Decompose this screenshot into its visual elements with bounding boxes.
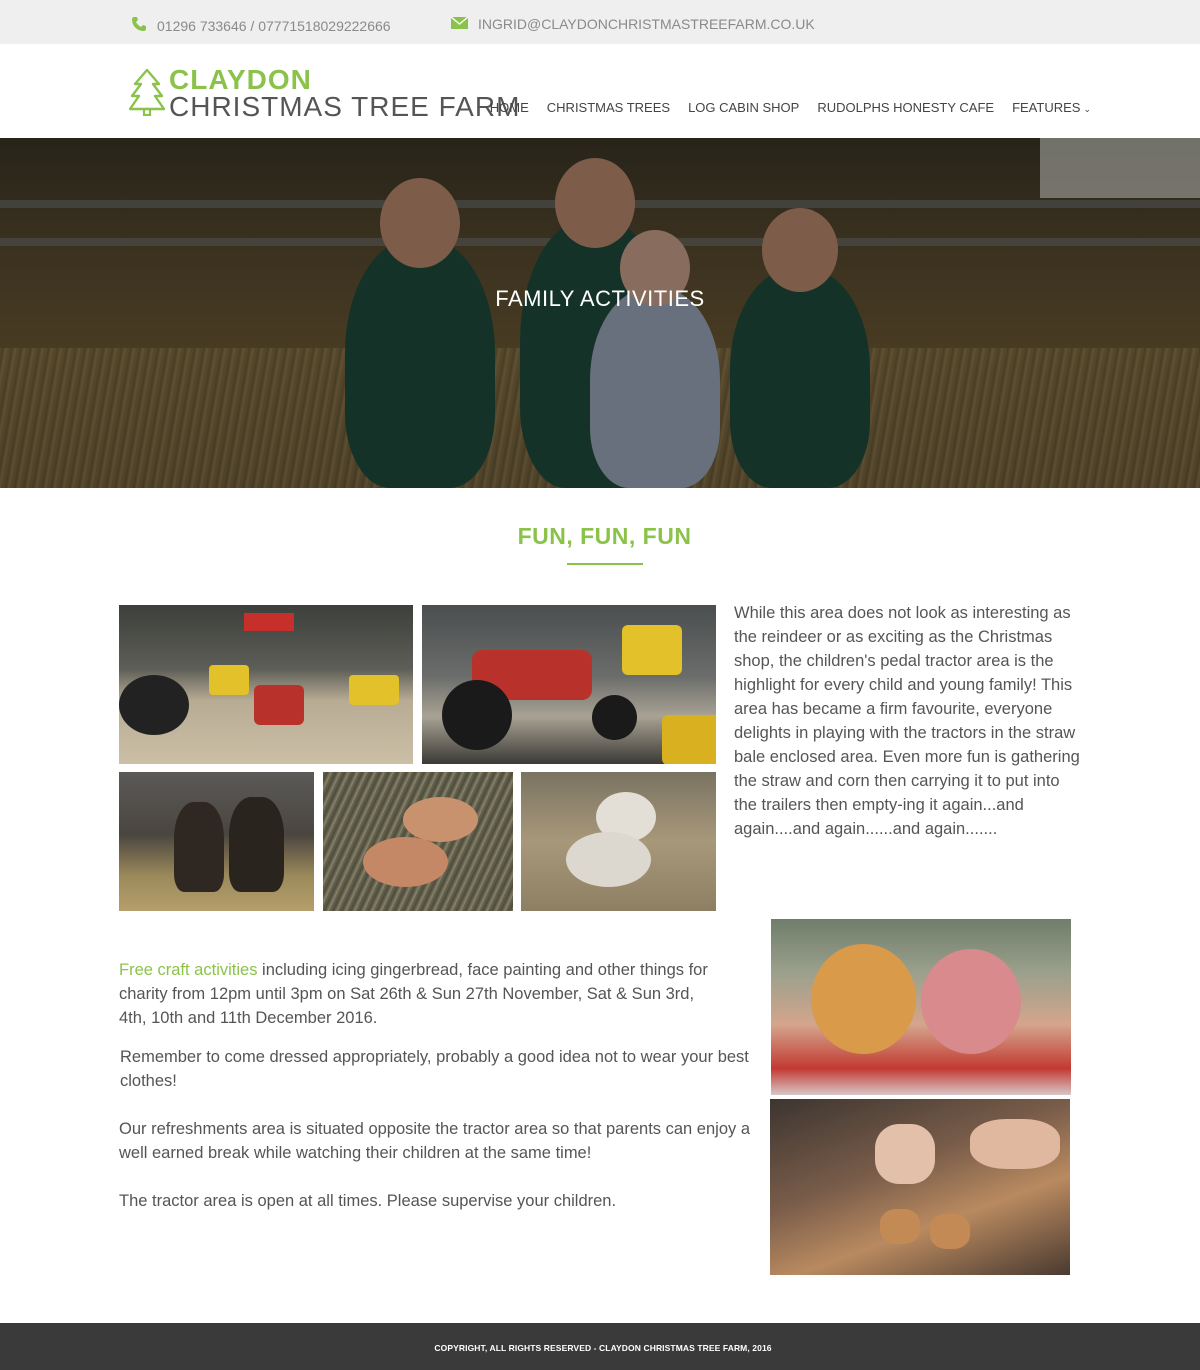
hero-banner: FAMILY ACTIVITIES bbox=[0, 138, 1200, 488]
nav-rudolphs-honesty-cafe[interactable]: RUDOLPHS HONESTY CAFE bbox=[817, 100, 994, 115]
nav-christmas-trees[interactable]: CHRISTMAS TREES bbox=[547, 100, 670, 115]
logo-line-2: CHRISTMAS TREE FARM bbox=[169, 91, 521, 122]
pigs-photo[interactable] bbox=[323, 772, 513, 911]
chevron-down-icon: ⌄ bbox=[1083, 104, 1091, 114]
tractor-area-photo[interactable] bbox=[119, 605, 413, 764]
site-header: CLAYDON CHRISTMAS TREE FARM HOME CHRISTM… bbox=[0, 44, 1200, 138]
nav-home[interactable]: HOME bbox=[490, 100, 529, 115]
section-title: FUN, FUN, FUN bbox=[517, 523, 692, 549]
craft-activities-paragraph: Free craft activities including icing gi… bbox=[119, 958, 719, 1030]
top-contact-bar: 01296 733646 / 07771518029222666 INGRID@… bbox=[0, 0, 1200, 44]
dress-advice-paragraph: Remember to come dressed appropriately, … bbox=[120, 1048, 749, 1090]
site-logo[interactable]: CLAYDON CHRISTMAS TREE FARM bbox=[128, 65, 519, 126]
phone-icon bbox=[131, 16, 147, 35]
face-painting-photo[interactable] bbox=[771, 919, 1071, 1095]
phone-number: 01296 733646 / 07771518029222666 bbox=[157, 17, 391, 34]
copyright-text: COPYRIGHT, ALL RIGHTS RESERVED - CLAYDON… bbox=[434, 1343, 772, 1353]
envelope-icon bbox=[450, 16, 469, 32]
nav-features-label: FEATURES bbox=[1012, 100, 1081, 115]
tractor-area-description: While this area does not look as interes… bbox=[734, 604, 1080, 838]
title-underline bbox=[567, 563, 643, 565]
christmas-tree-icon bbox=[128, 68, 166, 121]
refreshments-paragraph: Our refreshments area is situated opposi… bbox=[119, 1120, 751, 1162]
opening-notice-paragraph: The tractor area is open at all times. P… bbox=[119, 1192, 617, 1210]
hero-title: FAMILY ACTIVITIES bbox=[495, 286, 705, 311]
nav-features[interactable]: FEATURES ⌄ bbox=[1012, 100, 1091, 115]
hero-overlay bbox=[0, 138, 1200, 488]
phone-contact[interactable]: 01296 733646 / 07771518029222666 bbox=[131, 16, 391, 35]
email-contact[interactable]: INGRID@CLAYDONCHRISTMASTREEFARM.CO.UK bbox=[450, 16, 815, 32]
craft-activities-highlight: Free craft activities bbox=[119, 961, 258, 979]
lambs-photo[interactable] bbox=[521, 772, 716, 911]
nav-log-cabin-shop[interactable]: LOG CABIN SHOP bbox=[688, 100, 799, 115]
pedal-tractor-photo[interactable] bbox=[422, 605, 716, 764]
donkeys-photo[interactable] bbox=[119, 772, 314, 911]
main-navigation: HOME CHRISTMAS TREES LOG CABIN SHOP RUDO… bbox=[490, 100, 1091, 115]
gingerbread-icing-photo[interactable] bbox=[770, 1099, 1070, 1275]
email-address: INGRID@CLAYDONCHRISTMASTREEFARM.CO.UK bbox=[478, 16, 815, 32]
site-footer: COPYRIGHT, ALL RIGHTS RESERVED - CLAYDON… bbox=[0, 1323, 1200, 1370]
